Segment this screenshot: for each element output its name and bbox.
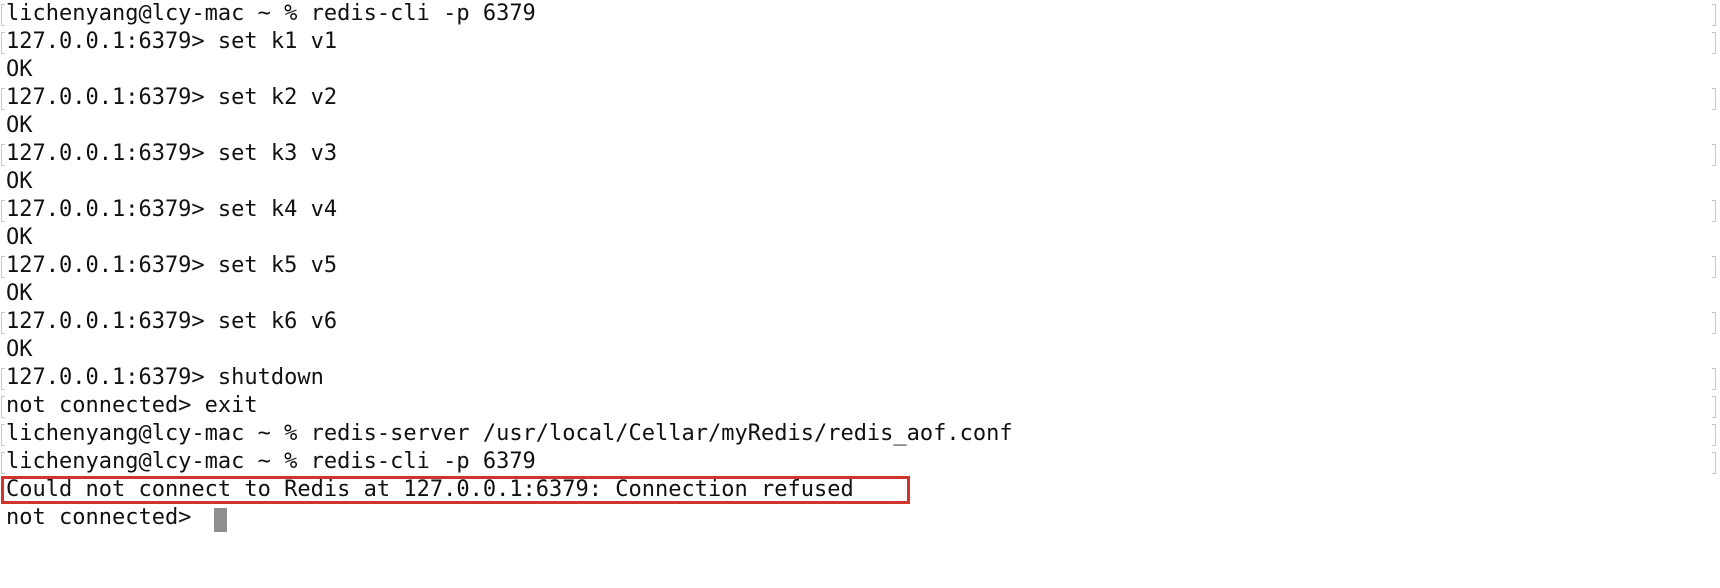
mark-bracket-right — [1712, 452, 1716, 474]
terminal-line: OK — [0, 168, 1720, 196]
mark-bracket-right — [1712, 200, 1716, 222]
terminal-line-text: lichenyang@lcy-mac ~ % redis-cli -p 6379 — [6, 449, 536, 474]
terminal-line-text: 127.0.0.1:6379> set k5 v5 — [6, 253, 338, 278]
terminal-line: 127.0.0.1:6379> set k5 v5 — [0, 252, 1720, 280]
terminal-line: 127.0.0.1:6379> shutdown — [0, 364, 1720, 392]
mark-bracket-right — [1712, 312, 1716, 334]
terminal-line-text: 127.0.0.1:6379> set k2 v2 — [6, 85, 338, 110]
mark-bracket-right — [1712, 396, 1716, 418]
terminal-line: lichenyang@lcy-mac ~ % redis-cli -p 6379 — [0, 448, 1720, 476]
terminal-line: 127.0.0.1:6379> set k1 v1 — [0, 28, 1720, 56]
terminal-line-text: 127.0.0.1:6379> set k1 v1 — [6, 29, 338, 54]
mark-bracket-left — [1, 256, 5, 278]
terminal-line: 127.0.0.1:6379> set k3 v3 — [0, 140, 1720, 168]
terminal-line: 127.0.0.1:6379> set k6 v6 — [0, 308, 1720, 336]
terminal-line-text: not connected> exit — [6, 393, 258, 418]
terminal-line-text: OK — [6, 337, 33, 362]
mark-bracket-left — [1, 424, 5, 446]
terminal-line: lichenyang@lcy-mac ~ % redis-server /usr… — [0, 420, 1720, 448]
terminal-line: 127.0.0.1:6379> set k2 v2 — [0, 84, 1720, 112]
terminal-line-text: 127.0.0.1:6379> set k6 v6 — [6, 309, 338, 334]
prompt-text: not connected> — [6, 505, 205, 530]
mark-bracket-left — [1, 368, 5, 390]
terminal-line: 127.0.0.1:6379> set k4 v4 — [0, 196, 1720, 224]
terminal-line-text: OK — [6, 281, 33, 306]
mark-bracket-left — [1, 312, 5, 334]
mark-bracket-right — [1712, 4, 1716, 26]
mark-bracket-left — [1, 396, 5, 418]
terminal-line: OK — [0, 112, 1720, 140]
mark-bracket-left — [1, 144, 5, 166]
terminal-line: OK — [0, 280, 1720, 308]
terminal-line-text: 127.0.0.1:6379> set k4 v4 — [6, 197, 338, 222]
terminal-line: OK — [0, 224, 1720, 252]
terminal-prompt-line[interactable]: not connected> — [0, 504, 1720, 532]
terminal-line-text: 127.0.0.1:6379> shutdown — [6, 365, 324, 390]
terminal-line-text: lichenyang@lcy-mac ~ % redis-server /usr… — [6, 421, 1013, 446]
terminal-line-text: OK — [6, 169, 33, 194]
terminal-line-text: lichenyang@lcy-mac ~ % redis-cli -p 6379 — [6, 1, 536, 26]
text-cursor — [214, 508, 227, 532]
mark-bracket-right — [1712, 88, 1716, 110]
terminal-line: OK — [0, 336, 1720, 364]
terminal-line: OK — [0, 56, 1720, 84]
mark-bracket-right — [1712, 144, 1716, 166]
mark-bracket-right — [1712, 256, 1716, 278]
terminal-line-text: 127.0.0.1:6379> set k3 v3 — [6, 141, 338, 166]
terminal-line: lichenyang@lcy-mac ~ % redis-cli -p 6379 — [0, 0, 1720, 28]
terminal-line-text: OK — [6, 225, 33, 250]
terminal-window[interactable]: lichenyang@lcy-mac ~ % redis-cli -p 6379… — [0, 0, 1720, 538]
terminal-line: not connected> exit — [0, 392, 1720, 420]
mark-bracket-right — [1712, 32, 1716, 54]
mark-bracket-left — [1, 452, 5, 474]
terminal-line-text: OK — [6, 57, 33, 82]
mark-bracket-left — [1, 200, 5, 222]
mark-bracket-right — [1712, 368, 1716, 390]
mark-bracket-left — [1, 88, 5, 110]
mark-bracket-right — [1712, 424, 1716, 446]
terminal-line-text: OK — [6, 113, 33, 138]
mark-bracket-left — [1, 4, 5, 26]
mark-bracket-left — [1, 32, 5, 54]
error-highlight-box — [1, 476, 910, 504]
